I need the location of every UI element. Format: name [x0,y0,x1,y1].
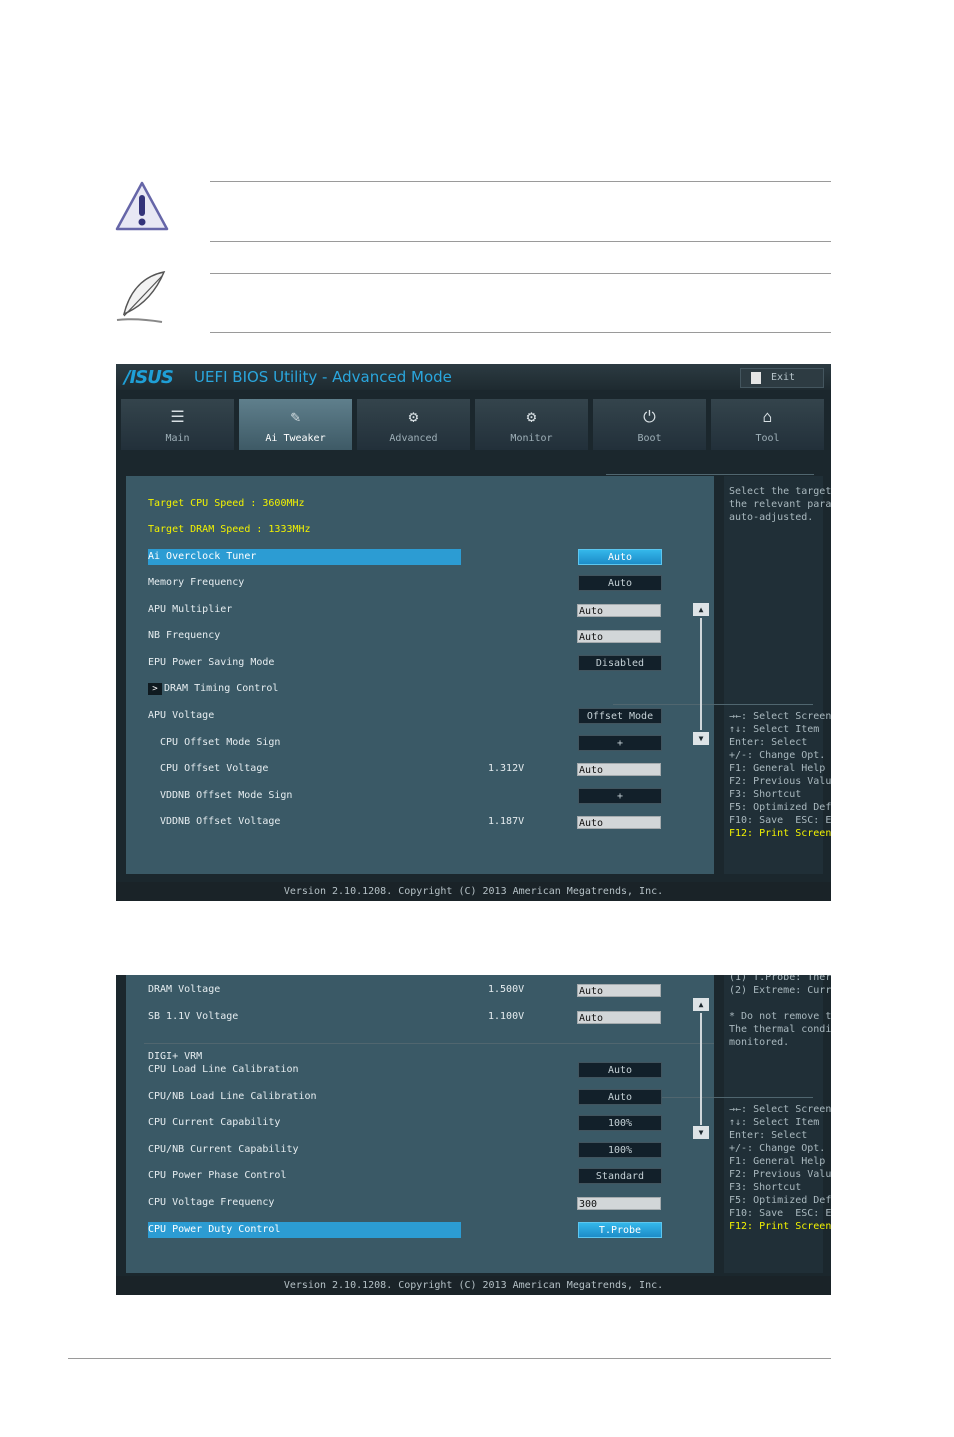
scroll-down-icon[interactable]: ▼ [693,732,709,745]
setting-ai-overclock-tuner[interactable]: Ai Overclock Tuner [148,549,461,565]
help-description-2: (1) T.Probe: Thermal balance (2) Extreme… [729,975,831,1048]
submenu-arrow-icon: > [148,683,162,695]
warning-icon [114,180,170,234]
warning-bottom-rule [210,241,831,242]
section-rule [144,1043,714,1044]
key-legend: →←: Select Screen ↑↓: Select Item Enter:… [729,711,831,839]
tab-monitor[interactable]: ⚙ Monitor [475,399,588,450]
vddnb-offset-voltage-input[interactable]: Auto [577,816,661,829]
scrollbar-track-2[interactable] [700,1013,702,1125]
cpu-offset-mode-sign-select[interactable]: + [578,735,662,751]
tweaker-icon: ✎ [290,407,301,426]
dram-voltage-value: 1.500V [488,984,525,995]
tab-boot[interactable]: ⏻ Boot [593,399,706,450]
tab-main[interactable]: ☰ Main [121,399,234,450]
cpu-load-line-select[interactable]: Auto [578,1062,662,1078]
setting-cpu-voltage-frequency[interactable]: CPU Voltage Frequency [148,1197,274,1208]
vddnb-offset-mode-sign-select[interactable]: + [578,788,662,804]
tab-advanced[interactable]: ⚙ Advanced [357,399,470,450]
setting-cpu-power-duty-control[interactable]: CPU Power Duty Control [148,1222,461,1238]
cpu-voltage-frequency-input[interactable]: 300 [577,1197,661,1210]
scroll-up-icon[interactable]: ▲ [693,603,709,616]
page-bottom-rule [68,1358,831,1359]
asus-logo: /ISUS [124,367,174,388]
setting-sb-voltage[interactable]: SB 1.1V Voltage [148,1011,238,1022]
setting-vddnb-offset-mode-sign[interactable]: VDDNB Offset Mode Sign [160,790,292,801]
cpu-power-duty-control-select[interactable]: T.Probe [578,1222,662,1238]
epu-power-saving-select[interactable]: Disabled [578,655,662,671]
setting-cpunb-current-capability[interactable]: CPU/NB Current Capability [148,1144,299,1155]
warning-top-rule [210,181,831,182]
sb-voltage-input[interactable]: Auto [577,1011,661,1024]
vddnb-offset-voltage-value: 1.187V [488,816,525,827]
settings-panel [126,476,714,874]
help-top-rule [606,474,814,475]
window-title: UEFI BIOS Utility - Advanced Mode [194,368,452,386]
version-footer-2: Version 2.10.1208. Copyright (C) 2013 Am… [283,1280,664,1291]
note-feather-icon [114,268,172,326]
setting-cpu-power-phase[interactable]: CPU Power Phase Control [148,1170,286,1181]
cpu-offset-voltage-value: 1.312V [488,763,525,774]
nb-frequency-input[interactable]: Auto [577,630,661,643]
setting-cpunb-load-line[interactable]: CPU/NB Load Line Calibration [148,1091,317,1102]
note-bottom-rule [210,332,831,333]
submenu-dram-timing-control[interactable]: > DRAM Timing Control [148,683,278,695]
key-legend-2: →←: Select Screen ↑↓: Select Item Enter:… [729,1104,831,1232]
title-bar: /ISUS UEFI BIOS Utility - Advanced Mode … [116,364,831,390]
list-icon: ☰ [170,407,185,426]
scroll-down-icon-2[interactable]: ▼ [693,1126,709,1139]
scrollbar-track[interactable] [700,618,702,730]
setting-cpu-offset-mode-sign[interactable]: CPU Offset Mode Sign [160,737,280,748]
setting-epu-power-saving[interactable]: EPU Power Saving Mode [148,657,274,668]
exit-label: Exit [771,372,796,383]
setting-apu-multiplier[interactable]: APU Multiplier [148,604,232,615]
cpu-power-phase-select[interactable]: Standard [578,1168,662,1184]
power-icon: ⏻ [643,407,656,426]
exit-door-icon [751,372,761,384]
version-footer: Version 2.10.1208. Copyright (C) 2013 Am… [283,886,664,897]
memory-frequency-select[interactable]: Auto [578,575,662,591]
ai-overclock-tuner-select[interactable]: Auto [578,549,662,565]
setting-cpu-offset-voltage[interactable]: CPU Offset Voltage [160,763,268,774]
exit-button[interactable]: Exit [740,368,824,388]
monitor-icon: ⚙ [526,407,537,426]
setting-vddnb-offset-voltage[interactable]: VDDNB Offset Voltage [160,816,280,827]
target-cpu-speed: Target CPU Speed : 3600MHz [148,498,305,509]
setting-dram-voltage[interactable]: DRAM Voltage [148,984,220,995]
tab-ai-tweaker[interactable]: ✎ Ai Tweaker [239,399,352,450]
cpunb-load-line-select[interactable]: Auto [578,1089,662,1105]
apu-multiplier-input[interactable]: Auto [577,604,661,617]
note-top-rule [210,273,831,274]
section-digi-vrm: DIGI+ VRM [148,1051,203,1062]
tab-tool[interactable]: ⌂ Tool [711,399,824,450]
apu-voltage-select[interactable]: Offset Mode [578,708,662,724]
setting-memory-frequency[interactable]: Memory Frequency [148,577,244,588]
cpu-current-capability-select[interactable]: 100% [578,1115,662,1131]
setting-nb-frequency[interactable]: NB Frequency [148,630,220,641]
bios-screen-ai-tweaker-scrolled: DRAM Voltage 1.500V Auto SB 1.1V Voltage… [116,975,831,1295]
advanced-icon: ⚙ [408,407,419,426]
help-mid-rule [613,704,813,705]
setting-apu-voltage[interactable]: APU Voltage [148,710,214,721]
bios-screen-ai-tweaker: /ISUS UEFI BIOS Utility - Advanced Mode … [116,364,831,901]
cpunb-current-capability-select[interactable]: 100% [578,1142,662,1158]
target-dram-speed: Target DRAM Speed : 1333MHz [148,524,311,535]
dram-voltage-input[interactable]: Auto [577,984,661,997]
setting-cpu-load-line[interactable]: CPU Load Line Calibration [148,1064,299,1075]
setting-cpu-current-capability[interactable]: CPU Current Capability [148,1117,280,1128]
sb-voltage-value: 1.100V [488,1011,525,1022]
scroll-up-icon-2[interactable]: ▲ [693,998,709,1011]
toolbox-icon: ⌂ [762,407,773,426]
help-description: Select the target CPUfrequency, and the … [729,486,831,523]
cpu-offset-voltage-input[interactable]: Auto [577,763,661,776]
